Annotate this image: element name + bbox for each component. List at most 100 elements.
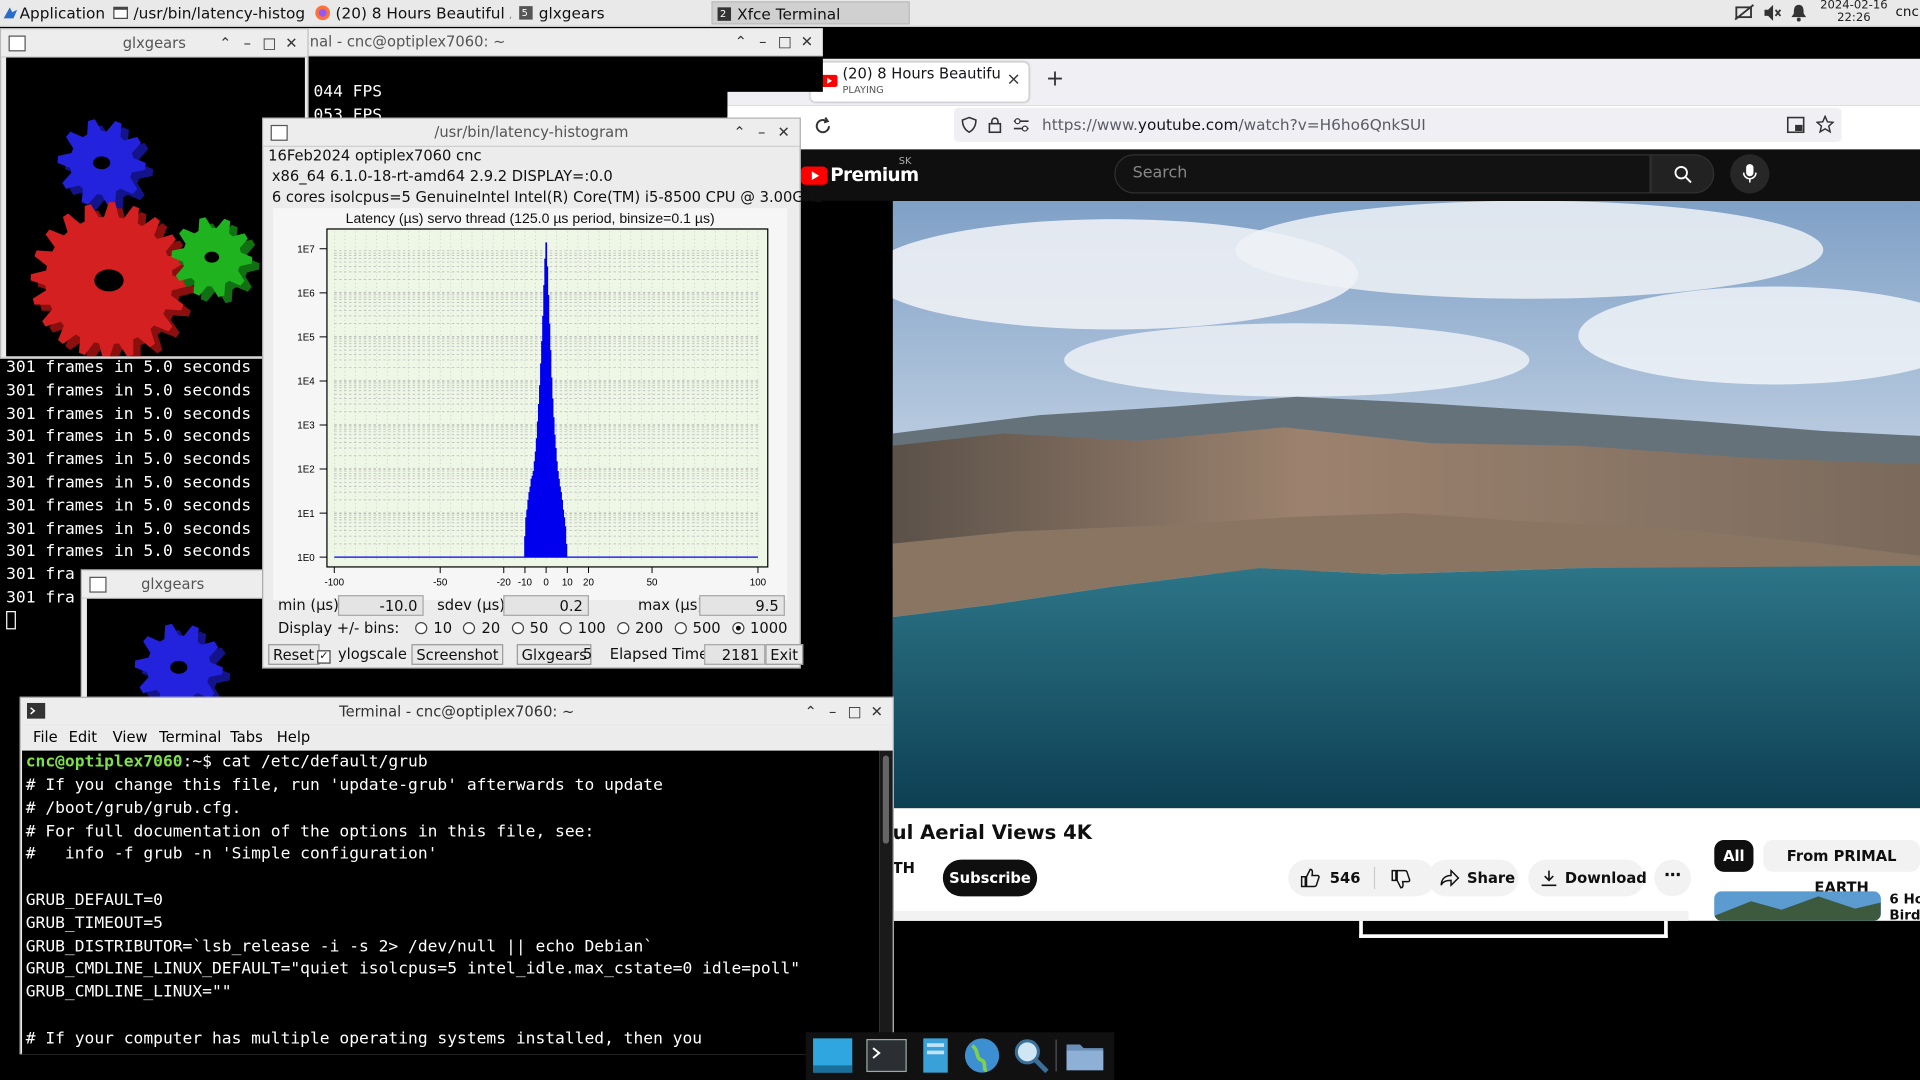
bin-option-500[interactable]: 500 bbox=[663, 620, 721, 637]
permissions-icon[interactable] bbox=[1013, 118, 1030, 133]
window-menu-icon[interactable] bbox=[8, 35, 26, 52]
bin-option-200[interactable]: 200 bbox=[606, 620, 663, 637]
thumbs-down-icon[interactable] bbox=[1391, 869, 1411, 889]
browser-tab-active[interactable]: (20) 8 Hours Beautiful Ae PLAYING × bbox=[810, 62, 1029, 102]
radio-icon[interactable] bbox=[415, 621, 428, 634]
scrollbar-thumb[interactable] bbox=[882, 755, 889, 844]
chip-from-channel[interactable]: From PRIMAL EARTH bbox=[1763, 840, 1920, 896]
taskbar-item-latency-histogram[interactable]: /usr/bin/latency-histogr... bbox=[109, 1, 306, 24]
radio-icon[interactable] bbox=[731, 621, 744, 634]
radio-icon[interactable] bbox=[674, 621, 687, 634]
window-menu-icon[interactable] bbox=[89, 576, 107, 593]
maximize-icon[interactable]: □ bbox=[258, 29, 280, 56]
clock[interactable]: 2024-02-16 22:26 bbox=[1820, 0, 1889, 24]
taskbar-item-glxgears[interactable]: 5 glxgears bbox=[514, 1, 707, 24]
recommended-video-thumbnail[interactable] bbox=[1714, 891, 1881, 921]
window-shade-icon[interactable]: ⌃ bbox=[214, 29, 236, 56]
close-icon[interactable]: ✕ bbox=[280, 29, 302, 56]
minimize-icon[interactable]: – bbox=[236, 29, 258, 56]
notifications-bell-icon[interactable] bbox=[1790, 4, 1807, 22]
app-finder-search-icon[interactable] bbox=[1009, 1036, 1053, 1075]
radio-icon[interactable] bbox=[616, 621, 630, 634]
checkbox-checked-icon[interactable]: ✓ bbox=[317, 650, 331, 664]
radio-icon[interactable] bbox=[559, 621, 572, 634]
taskbar-item-xfce-terminal[interactable]: 2 Xfce Terminal bbox=[711, 1, 910, 25]
voice-search-button[interactable] bbox=[1730, 154, 1770, 194]
user-menu-label[interactable]: cnc bbox=[1896, 4, 1919, 20]
minimize-icon[interactable]: – bbox=[751, 119, 773, 146]
radio-icon[interactable] bbox=[511, 621, 524, 634]
tracking-shield-icon[interactable] bbox=[961, 116, 977, 134]
window-titlebar[interactable]: glxgears bbox=[82, 570, 264, 599]
menu-help[interactable]: Help bbox=[277, 725, 311, 751]
radio-icon[interactable] bbox=[463, 621, 476, 634]
show-desktop-icon[interactable] bbox=[811, 1036, 855, 1075]
recommended-video-title[interactable]: 6 HoBirds bbox=[1889, 891, 1920, 923]
maximize-icon[interactable]: □ bbox=[774, 28, 796, 55]
window-titlebar[interactable]: glxgears ⌃ – □ ✕ bbox=[1, 29, 308, 58]
glxgears-button[interactable]: Glxgears bbox=[516, 644, 592, 665]
web-browser-icon[interactable] bbox=[960, 1036, 1004, 1075]
folder-icon[interactable] bbox=[1063, 1036, 1107, 1075]
youtube-search-input[interactable]: Search bbox=[1114, 154, 1651, 194]
terminal-launcher-icon[interactable] bbox=[864, 1036, 908, 1075]
bookmark-star-icon[interactable] bbox=[1815, 115, 1835, 134]
maximize-icon[interactable]: □ bbox=[844, 698, 866, 725]
video-player[interactable] bbox=[892, 200, 1920, 809]
terminal-icon[interactable] bbox=[26, 702, 46, 719]
close-icon[interactable]: ✕ bbox=[796, 28, 818, 55]
new-tab-plus-icon[interactable]: + bbox=[1046, 66, 1064, 92]
window-shade-icon[interactable]: ⌃ bbox=[800, 698, 822, 725]
reload-icon[interactable] bbox=[813, 116, 833, 136]
bin-option-50[interactable]: 50 bbox=[500, 620, 548, 637]
window-titlebar[interactable]: Terminal - cnc@optiplex7060: ~ ⌃ – □ ✕ bbox=[20, 697, 893, 727]
network-icon[interactable] bbox=[1734, 4, 1755, 22]
exit-button[interactable]: Exit bbox=[765, 644, 803, 665]
youtube-search-button[interactable] bbox=[1650, 154, 1715, 194]
volume-muted-icon[interactable] bbox=[1763, 4, 1782, 22]
applications-menu-button[interactable]: Applications bbox=[0, 1, 105, 24]
window-shade-icon[interactable]: ⌃ bbox=[729, 119, 751, 146]
glxgears-canvas bbox=[6, 57, 305, 365]
screenshot-button[interactable]: Screenshot bbox=[411, 644, 504, 665]
window-titlebar[interactable]: nal - cnc@optiplex7060: ~ ⌃ – □ ✕ bbox=[306, 28, 823, 57]
channel-name[interactable]: TH bbox=[893, 860, 915, 877]
reset-button[interactable]: Reset bbox=[268, 644, 320, 665]
close-icon[interactable]: ✕ bbox=[773, 119, 795, 146]
minimize-icon[interactable]: – bbox=[822, 698, 844, 725]
thumbs-up-icon[interactable] bbox=[1300, 868, 1320, 888]
bin-option-1000[interactable]: 1000 bbox=[721, 620, 787, 637]
window-shade-icon[interactable]: ⌃ bbox=[730, 28, 752, 55]
ylogscale-checkbox[interactable]: ✓ ylogscale bbox=[317, 645, 407, 664]
subscribe-button[interactable]: Subscribe bbox=[942, 859, 1038, 897]
taskbar-item-firefox[interactable]: (20) 8 Hours Beautiful A... bbox=[311, 1, 511, 24]
menu-terminal[interactable]: Terminal bbox=[159, 725, 221, 751]
chip-all[interactable]: All bbox=[1714, 840, 1754, 872]
lock-icon[interactable] bbox=[988, 116, 1002, 134]
menu-file[interactable]: File bbox=[33, 725, 58, 751]
bin-option-20[interactable]: 20 bbox=[452, 620, 500, 637]
youtube-premium-logo[interactable]: Premium SK bbox=[800, 156, 919, 188]
taskbar-item-label: (20) 8 Hours Beautiful A... bbox=[335, 3, 511, 23]
bin-option-10[interactable]: 10 bbox=[404, 620, 452, 637]
gears-image bbox=[30, 119, 260, 365]
picture-in-picture-icon[interactable] bbox=[1786, 116, 1805, 134]
minimize-icon[interactable]: – bbox=[752, 28, 774, 55]
bin-option-100[interactable]: 100 bbox=[548, 620, 606, 637]
y-tick-label: 1E2 bbox=[297, 465, 314, 476]
file-manager-icon[interactable] bbox=[913, 1036, 957, 1075]
menu-view[interactable]: View bbox=[113, 725, 148, 751]
window-titlebar[interactable]: /usr/bin/latency-histogram ⌃ – ✕ bbox=[263, 118, 800, 147]
share-button[interactable]: Share bbox=[1427, 859, 1519, 897]
window-menu-icon[interactable] bbox=[270, 124, 288, 141]
menu-edit[interactable]: Edit bbox=[69, 725, 97, 751]
url-bar[interactable]: https://www.youtube.com/watch?v=H6ho6Qnk… bbox=[953, 107, 1842, 143]
close-icon[interactable]: ✕ bbox=[866, 698, 888, 725]
menu-tabs[interactable]: Tabs bbox=[230, 725, 263, 751]
y-tick-label: 1E4 bbox=[297, 377, 315, 388]
download-button[interactable]: Download bbox=[1528, 859, 1647, 897]
terminal-scrollbar[interactable] bbox=[879, 750, 893, 1055]
more-actions-icon[interactable]: ⋯ bbox=[1654, 859, 1692, 897]
tab-close-icon[interactable]: × bbox=[1007, 70, 1021, 90]
terminal-content[interactable]: cnc@optiplex7060:~$ cat /etc/default/gru… bbox=[22, 750, 880, 1055]
